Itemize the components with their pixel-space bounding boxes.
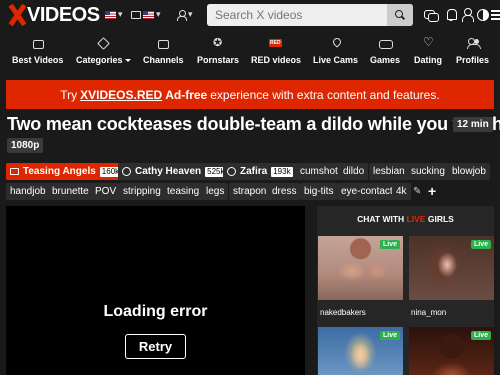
tag-link[interactable]: big-tits: [300, 183, 338, 200]
channel-icon: [156, 38, 170, 50]
orientation-selector[interactable]: ▾: [176, 9, 193, 21]
search-bar: [207, 4, 413, 26]
cam-username[interactable]: nina_mon: [411, 308, 446, 317]
site-logo[interactable]: VIDEOS: [8, 4, 100, 26]
model-tag[interactable]: Cathy Heaven 525k: [118, 163, 231, 180]
tag-link[interactable]: lesbian: [369, 163, 409, 180]
logo-text: VIDEOS: [27, 3, 100, 26]
tag-link[interactable]: eye-contact: [337, 183, 397, 200]
tag-link[interactable]: strapon: [229, 183, 271, 200]
top-header: VIDEOS ▾ ▾ ▾: [0, 0, 500, 33]
search-button[interactable]: [387, 4, 413, 26]
channel-icon: [10, 168, 19, 175]
nav-categories[interactable]: Categories: [76, 35, 131, 67]
live-badge: Live: [379, 331, 400, 340]
heart-icon: [421, 35, 435, 50]
nav-profiles[interactable]: Profiles: [456, 35, 489, 67]
us-flag-icon: [143, 10, 154, 19]
tag-link[interactable]: sucking: [407, 163, 449, 180]
users-icon: [466, 38, 481, 50]
notification-icon[interactable]: [444, 8, 458, 22]
account-icon[interactable]: [460, 8, 474, 22]
cam-username[interactable]: nakedbakers: [320, 308, 366, 317]
tag-link[interactable]: handjob: [6, 183, 50, 200]
tag-link[interactable]: legs: [202, 183, 229, 200]
gamepad-icon: [378, 38, 394, 50]
channel-tag[interactable]: Teasing Angels 160k: [6, 163, 126, 180]
loading-error-text: Loading error: [103, 303, 208, 320]
add-tag-icon[interactable]: +: [428, 183, 436, 199]
nav-pornstars[interactable]: Pornstars: [197, 35, 239, 67]
chat-icon[interactable]: [424, 8, 439, 22]
nav-channels[interactable]: Channels: [143, 35, 184, 67]
tag-link[interactable]: cumshot: [296, 163, 342, 180]
main-nav: Best Videos Categories Channels Pornstar…: [0, 35, 500, 67]
nav-dating[interactable]: Dating: [414, 35, 442, 67]
chevron-down-icon: ▾: [188, 9, 193, 19]
tv-icon: [131, 10, 141, 19]
live-chat-heading: CHAT WITH LIVE GIRLS: [357, 214, 454, 224]
tag-link[interactable]: dress: [268, 183, 301, 200]
gender-icon: [176, 9, 187, 21]
search-input[interactable]: [207, 4, 388, 26]
logo-x-mark: [8, 5, 26, 25]
live-cam-thumbnail[interactable]: Live: [318, 236, 403, 300]
chevron-down-icon: ▾: [118, 9, 123, 19]
live-badge: Live: [470, 331, 491, 340]
search-icon: [395, 10, 405, 20]
model-tag[interactable]: Zafira 193k: [223, 163, 297, 180]
tag-link[interactable]: teasing: [163, 183, 204, 200]
us-flag-icon: [105, 10, 116, 19]
promo-banner[interactable]: Try XVIDEOS.RED Ad-free experience with …: [6, 80, 494, 109]
retry-button[interactable]: Retry: [125, 334, 186, 359]
nav-live-cams[interactable]: Live Cams: [313, 35, 358, 67]
theme-toggle-icon[interactable]: [476, 8, 490, 22]
live-badge: Live: [379, 240, 400, 249]
live-cam-thumbnail[interactable]: Live: [318, 327, 403, 375]
live-cam-thumbnail[interactable]: Live: [409, 327, 494, 375]
tag-link[interactable]: blowjob: [448, 163, 490, 180]
language-selector[interactable]: ▾: [105, 9, 123, 20]
live-pin-icon: [329, 38, 343, 50]
tag-link[interactable]: POV: [91, 183, 121, 200]
chevron-down-icon: [124, 59, 131, 63]
verified-icon: [122, 167, 131, 176]
live-cam-thumbnail[interactable]: Live: [409, 236, 494, 300]
nav-red-videos[interactable]: RED videos: [251, 35, 301, 67]
tag-link[interactable]: dildo: [339, 163, 369, 180]
star-icon: [211, 36, 225, 50]
video-box-icon: [31, 38, 45, 50]
nav-games[interactable]: Games: [370, 35, 400, 67]
tag-link[interactable]: stripping: [119, 183, 165, 200]
country-selector[interactable]: ▾: [131, 9, 161, 20]
tag-link[interactable]: 4k: [392, 183, 411, 200]
tag-icon: [96, 38, 110, 50]
verified-icon: [227, 167, 236, 176]
nav-best-videos[interactable]: Best Videos: [12, 35, 63, 67]
menu-icon[interactable]: [490, 8, 500, 22]
video-title: Two mean cockteases double-team a dildo …: [7, 114, 500, 134]
red-link[interactable]: XVIDEOS.RED: [80, 88, 162, 102]
red-badge-icon: [269, 38, 283, 50]
chevron-down-icon: ▾: [156, 9, 161, 19]
tag-link[interactable]: brunette: [48, 183, 93, 200]
edit-tags-icon[interactable]: ✎: [413, 186, 421, 197]
duration-badge: 12 min: [453, 117, 493, 132]
live-badge: Live: [470, 240, 491, 249]
quality-badge: 1080p: [7, 138, 44, 153]
